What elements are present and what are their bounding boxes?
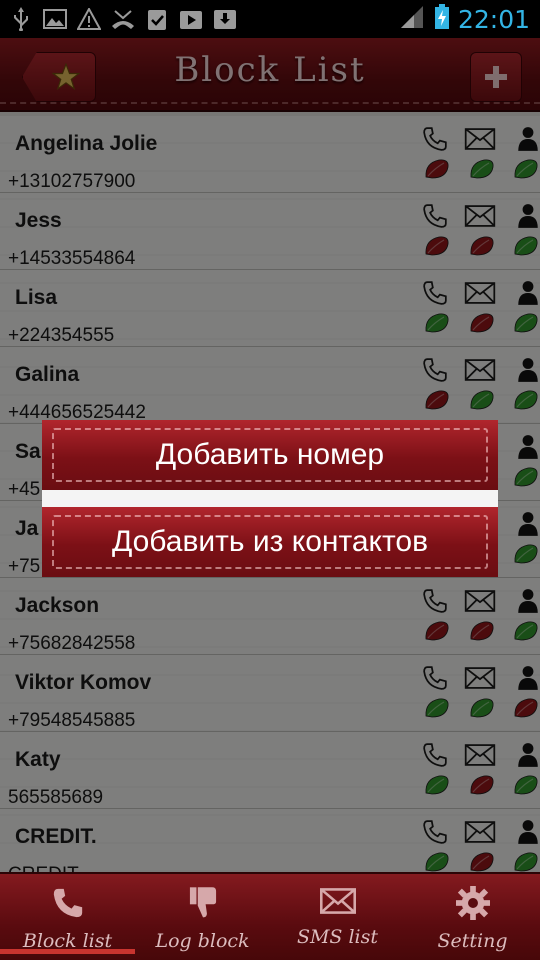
add-from-contacts-button[interactable]: Добавить из контактов: [42, 507, 498, 577]
signal-icon: [400, 5, 426, 34]
add-from-contacts-label: Добавить из контактов: [111, 525, 429, 558]
gear-icon: [455, 886, 490, 920]
add-dialog: Добавить номер Добавить из контактов: [42, 420, 498, 577]
tab-sms-list[interactable]: SMS list: [270, 874, 405, 960]
tab-label: Log block: [155, 930, 250, 952]
status-bar: 22:01: [0, 0, 540, 38]
envelope-icon: [319, 888, 356, 914]
download-icon: [212, 6, 238, 32]
usb-icon: [8, 6, 34, 32]
battery-charging-icon: [434, 3, 450, 35]
missed-call-icon: [110, 6, 136, 32]
phone-icon: [53, 888, 82, 918]
tab-log-block[interactable]: Log block: [135, 874, 270, 960]
tab-label: SMS list: [296, 926, 379, 948]
tab-label: Block list: [22, 930, 113, 952]
tab-label: Setting: [437, 930, 508, 952]
thumbs-down-icon: [189, 887, 216, 918]
warning-icon: [76, 6, 102, 32]
tab-block-list[interactable]: Block list: [0, 874, 135, 960]
image-icon: [42, 6, 68, 32]
add-number-label: Добавить номер: [155, 438, 385, 471]
add-number-button[interactable]: Добавить номер: [42, 420, 498, 490]
tab-setting[interactable]: Setting: [405, 874, 540, 960]
clock: 22:01: [457, 4, 530, 34]
play-store-icon: [178, 6, 204, 32]
clipboard-check-icon: [144, 6, 170, 32]
bottom-tab-bar: Block list Log block SMS list Setting: [0, 872, 540, 960]
